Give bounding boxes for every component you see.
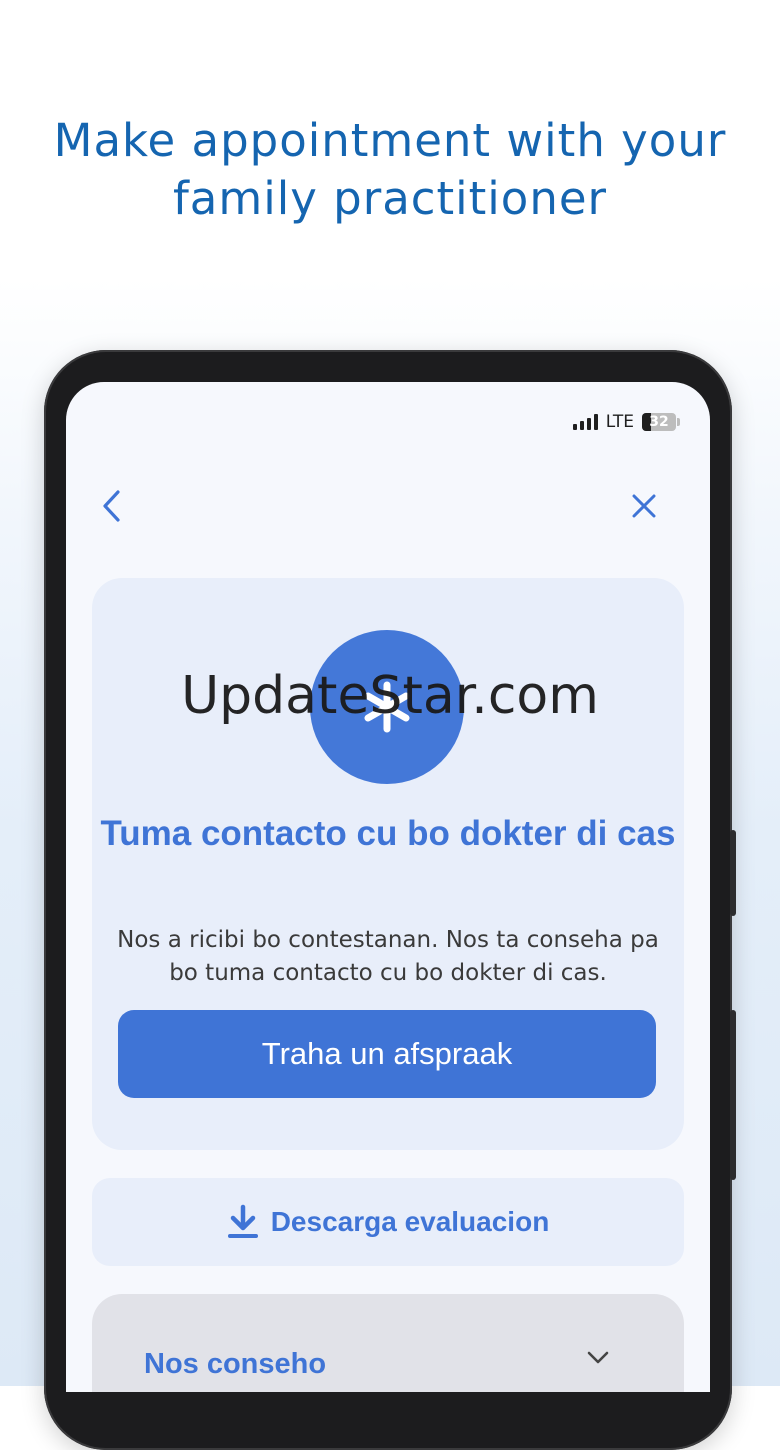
download-icon [227,1204,258,1238]
status-bar: LTE 32 [572,412,680,432]
card-title: Tuma contacto cu bo dokter di cas [100,814,676,853]
app-screen: LTE 32 Tuma contacto cu bo dokter di cas [66,382,710,1392]
advice-card: Tuma contacto cu bo dokter di cas Nos a … [92,578,684,1150]
signal-icon [572,414,598,430]
page-headline: Make appointment with your family practi… [53,114,727,225]
chevron-down-icon [587,1351,609,1364]
card-description: Nos a ricibi bo contestanan. Nos ta cons… [117,927,659,986]
network-label: LTE [605,412,634,432]
chevron-left-icon [103,490,120,522]
watermark-text: UpdateStar.com [181,666,599,726]
back-button[interactable] [90,484,134,528]
close-icon [632,494,656,518]
download-evaluation-label: Descarga evaluacion [270,1206,550,1237]
download-evaluation-button[interactable]: Descarga evaluacion [92,1178,684,1266]
phone-side-button [730,830,736,916]
close-button[interactable] [622,484,666,528]
battery-icon: 32 [642,413,680,431]
advice-accordion[interactable]: Nos conseho [92,1294,684,1392]
accordion-label: Nos conseho [144,1348,327,1380]
phone-side-button [730,1010,736,1180]
battery-level: 32 [649,414,669,430]
make-appointment-button[interactable]: Traha un afspraak [118,1010,656,1098]
